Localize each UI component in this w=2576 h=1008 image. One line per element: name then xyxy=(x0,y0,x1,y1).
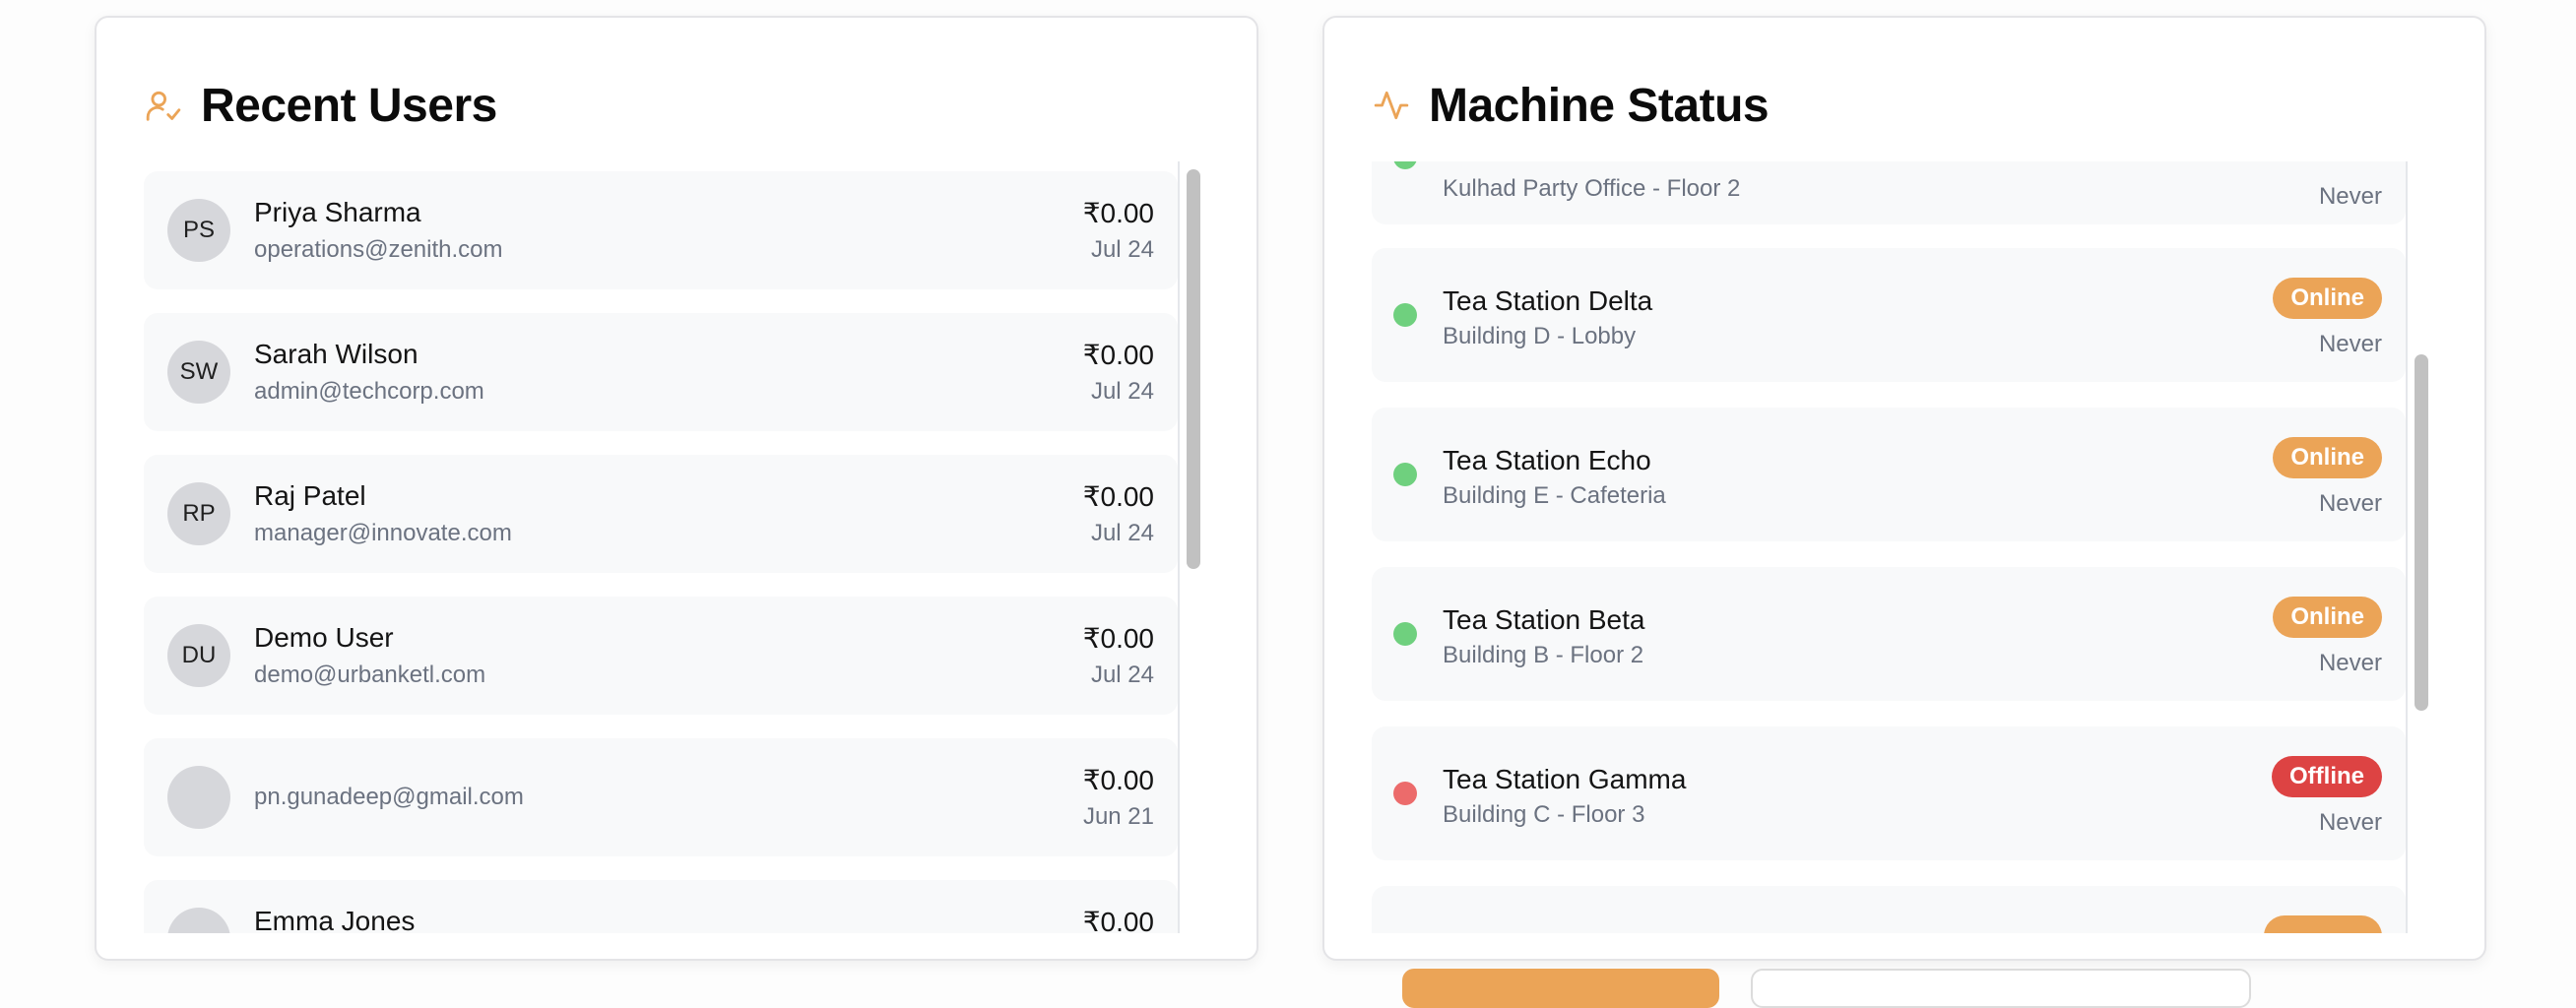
status-badge xyxy=(2264,915,2382,933)
user-balance: ₹0.00 xyxy=(1082,907,1154,933)
user-check-icon xyxy=(144,86,183,125)
user-email: operations@zenith.com xyxy=(254,236,503,263)
user-row-pn-gunadeep[interactable]: pn.gunadeep@gmail.com ₹0.00 Jun 21 xyxy=(144,738,1178,856)
machine-row-tea-station-beta[interactable]: Tea Station Beta Building B - Floor 2 On… xyxy=(1372,567,2406,701)
status-badge: Online xyxy=(2273,597,2382,638)
machine-location: Kulhad Party Office - Floor 2 xyxy=(1443,175,1741,202)
user-email: pn.gunadeep@gmail.com xyxy=(254,784,524,810)
machine-name: Tea Station Gamma xyxy=(1443,764,1687,794)
user-row-priya-sharma[interactable]: PS Priya Sharma operations@zenith.com ₹0… xyxy=(144,171,1178,289)
machine-row-tea-station-echo[interactable]: Tea Station Echo Building E - Cafeteria … xyxy=(1372,408,2406,541)
status-badge: Online xyxy=(2273,278,2382,319)
primary-action-button[interactable] xyxy=(1402,969,1719,1008)
machine-last-seen: Never xyxy=(2318,331,2382,357)
machine-location: Building C - Floor 3 xyxy=(1443,801,1645,828)
user-row-raj-patel[interactable]: RP Raj Patel manager@innovate.com ₹0.00 … xyxy=(144,455,1178,573)
user-row-demo-user[interactable]: DU Demo User demo@urbanketl.com ₹0.00 Ju… xyxy=(144,597,1178,715)
user-date: Jul 24 xyxy=(1090,520,1154,546)
machine-row-tea-station-gamma[interactable]: Tea Station Gamma Building C - Floor 3 O… xyxy=(1372,726,2406,860)
activity-icon xyxy=(1372,86,1411,125)
status-dot xyxy=(1393,161,1417,169)
status-badge: Offline xyxy=(2272,756,2382,797)
machine-name: Tea Station Beta xyxy=(1443,604,1645,635)
user-email: manager@innovate.com xyxy=(254,520,512,546)
user-name: Raj Patel xyxy=(254,480,366,511)
user-name: Priya Sharma xyxy=(254,197,421,227)
user-name: Emma Jones xyxy=(254,906,416,933)
avatar: SW xyxy=(167,341,230,404)
machines-scrollbar-thumb[interactable] xyxy=(2415,354,2428,711)
machine-location: Building D - Lobby xyxy=(1443,323,1637,349)
status-badge: Online xyxy=(2273,437,2382,478)
machine-status-card: Machine Status Kulhad Party Office - Flo… xyxy=(1322,16,2486,961)
machine-row-tea-station-delta[interactable]: Tea Station Delta Building D - Lobby Onl… xyxy=(1372,248,2406,382)
machine-location: Building E - Cafeteria xyxy=(1443,482,1666,509)
recent-users-card: Recent Users PS Priya Sharma operations@… xyxy=(95,16,1258,961)
user-email: demo@urbanketl.com xyxy=(254,662,486,688)
user-balance: ₹0.00 xyxy=(1082,765,1154,795)
avatar: PS xyxy=(167,199,230,262)
user-name: Demo User xyxy=(254,622,394,653)
user-row-emma-jones[interactable]: Emma Jones ₹0.00 xyxy=(144,880,1178,933)
user-row-sarah-wilson[interactable]: SW Sarah Wilson admin@techcorp.com ₹0.00… xyxy=(144,313,1178,431)
machine-last-seen: Never xyxy=(2318,650,2382,676)
machines-scrollbar[interactable] xyxy=(2406,161,2433,933)
secondary-action-button[interactable] xyxy=(1751,969,2251,1008)
avatar xyxy=(167,908,230,933)
status-dot xyxy=(1393,463,1417,486)
machine-row-partial[interactable] xyxy=(1372,886,2406,933)
machines-list[interactable]: Kulhad Party Office - Floor 2 Never Tea … xyxy=(1372,161,2435,933)
user-date: Jul 24 xyxy=(1090,236,1154,263)
users-scrollbar-thumb[interactable] xyxy=(1187,169,1200,569)
user-balance: ₹0.00 xyxy=(1082,198,1154,228)
avatar xyxy=(167,766,230,829)
avatar: RP xyxy=(167,482,230,545)
status-dot xyxy=(1393,303,1417,327)
user-date: Jun 21 xyxy=(1082,803,1154,830)
machine-row-kulhad-party-office[interactable]: Kulhad Party Office - Floor 2 Never xyxy=(1372,161,2406,224)
user-balance: ₹0.00 xyxy=(1082,481,1154,512)
user-date: Jul 24 xyxy=(1090,378,1154,405)
machine-last-seen: Never xyxy=(2318,183,2382,210)
status-dot xyxy=(1393,622,1417,646)
user-name: Sarah Wilson xyxy=(254,339,419,369)
machine-last-seen: Never xyxy=(2318,490,2382,517)
user-date: Jul 24 xyxy=(1090,662,1154,688)
machine-status-title: Machine Status xyxy=(1429,79,1770,132)
avatar: DU xyxy=(167,624,230,687)
recent-users-header: Recent Users xyxy=(144,73,497,138)
machine-name: Tea Station Delta xyxy=(1443,285,1653,316)
machine-status-header: Machine Status xyxy=(1372,73,1770,138)
machine-name: Tea Station Echo xyxy=(1443,445,1651,475)
recent-users-title: Recent Users xyxy=(201,79,497,132)
users-list[interactable]: PS Priya Sharma operations@zenith.com ₹0… xyxy=(144,161,1207,933)
machine-last-seen: Never xyxy=(2318,809,2382,836)
status-dot xyxy=(1393,782,1417,805)
machine-location: Building B - Floor 2 xyxy=(1443,642,1644,668)
user-balance: ₹0.00 xyxy=(1082,623,1154,654)
users-scrollbar[interactable] xyxy=(1178,161,1205,933)
user-email: admin@techcorp.com xyxy=(254,378,484,405)
user-balance: ₹0.00 xyxy=(1082,340,1154,370)
